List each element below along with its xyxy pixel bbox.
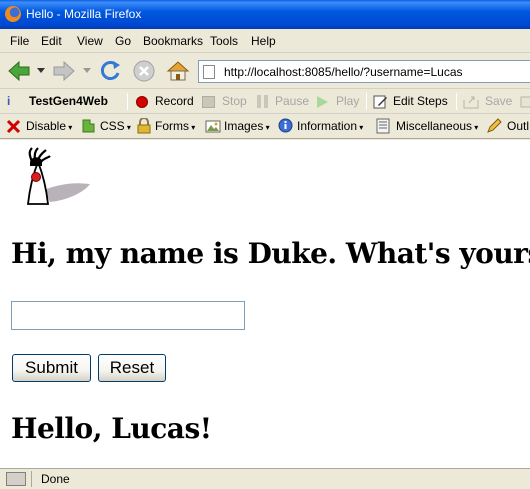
- disable-label: Disable: [26, 119, 67, 133]
- firefox-icon: [5, 6, 21, 22]
- play-button[interactable]: Play: [336, 94, 359, 108]
- title-bar: Hello - Mozilla Firefox: [0, 0, 530, 29]
- disable-menu[interactable]: Disable ▾: [26, 119, 72, 133]
- edit-steps-button[interactable]: Edit Steps: [393, 94, 448, 108]
- web-developer-toolbar: Disable ▾ CSS ▾ Forms ▾ Images ▾ Informa…: [0, 114, 530, 139]
- information-menu[interactable]: Information ▾: [297, 119, 363, 133]
- outline-menu[interactable]: Outl: [507, 119, 529, 133]
- page-icon: [203, 65, 215, 79]
- url-field[interactable]: http://localhost:8085/hello/?username=Lu…: [198, 60, 530, 83]
- css-icon: [82, 119, 95, 133]
- dropdown-arrow-icon: ▾: [357, 123, 364, 132]
- reload-icon[interactable]: [97, 58, 123, 84]
- menu-tools[interactable]: Tools: [210, 34, 238, 48]
- pause-icon-bar: [264, 95, 268, 108]
- username-input[interactable]: [11, 301, 245, 330]
- toolbar-separator: [127, 93, 128, 110]
- pause-button[interactable]: Pause: [275, 94, 309, 108]
- images-label: Images: [224, 119, 264, 133]
- page-heading: Hi, my name is Duke. What's yours?: [11, 237, 530, 270]
- menu-help[interactable]: Help: [251, 34, 276, 48]
- outline-pencil-icon: [487, 118, 502, 133]
- forms-label: Forms: [155, 119, 189, 133]
- testgen4web-toolbar: i TestGen4Web Record Stop Pause Play Edi…: [0, 89, 530, 114]
- css-label: CSS: [100, 119, 125, 133]
- disable-icon: [6, 119, 21, 134]
- reset-button[interactable]: Reset: [98, 354, 166, 382]
- miscellaneous-label: Miscellaneous: [396, 119, 473, 133]
- record-icon[interactable]: [136, 96, 148, 108]
- window-title: Hello - Mozilla Firefox: [26, 7, 142, 21]
- pause-icon: [257, 95, 261, 108]
- toolbar-separator: [456, 93, 457, 110]
- dropdown-arrow-icon: ▾: [124, 123, 131, 132]
- url-text: http://localhost:8085/hello/?username=Lu…: [224, 65, 463, 79]
- css-menu[interactable]: CSS ▾: [100, 119, 131, 133]
- miscellaneous-menu[interactable]: Miscellaneous ▾: [396, 119, 478, 133]
- greeting-text: Hello, Lucas!: [11, 412, 212, 445]
- dropdown-arrow-icon: ▾: [189, 123, 196, 132]
- save-button[interactable]: Save: [485, 94, 512, 108]
- stop-icon[interactable]: [131, 58, 157, 84]
- back-arrow-icon[interactable]: [6, 58, 32, 84]
- miscellaneous-icon: [376, 118, 390, 134]
- info-icon: i: [7, 94, 11, 108]
- record-button[interactable]: Record: [155, 94, 194, 108]
- duke-mascot-image: [26, 147, 90, 205]
- menu-view[interactable]: View: [77, 34, 103, 48]
- menu-go[interactable]: Go: [115, 34, 131, 48]
- submit-button[interactable]: Submit: [12, 354, 91, 382]
- dropdown-arrow-icon: ▾: [66, 123, 73, 132]
- toolbar-separator: [366, 93, 367, 110]
- back-dropdown-icon[interactable]: [37, 68, 45, 74]
- testgen-title: TestGen4Web: [29, 94, 108, 108]
- extra-tool-icon: [520, 96, 530, 108]
- dropdown-arrow-icon: ▾: [263, 123, 270, 132]
- stop-button[interactable]: Stop: [222, 94, 247, 108]
- stop-square-icon: [202, 96, 215, 108]
- menu-bar: File Edit View Go Bookmarks Tools Help: [0, 29, 530, 53]
- status-text: Done: [41, 472, 70, 486]
- save-icon: [463, 96, 479, 109]
- images-menu[interactable]: Images ▾: [224, 119, 270, 133]
- edit-steps-icon: [373, 95, 387, 109]
- browser-window: Hello - Mozilla Firefox File Edit View G…: [0, 0, 530, 489]
- menu-edit[interactable]: Edit: [41, 34, 62, 48]
- information-label: Information: [297, 119, 358, 133]
- dropdown-arrow-icon: ▾: [472, 123, 479, 132]
- status-bar: Done: [0, 468, 530, 489]
- home-icon[interactable]: [165, 58, 191, 84]
- play-icon: [317, 96, 328, 108]
- forward-arrow-icon[interactable]: [51, 58, 77, 84]
- forward-dropdown-icon[interactable]: [83, 68, 91, 74]
- images-icon: [205, 120, 221, 133]
- menu-bookmarks[interactable]: Bookmarks: [143, 34, 203, 48]
- forms-menu[interactable]: Forms ▾: [155, 119, 195, 133]
- information-icon: [278, 118, 293, 133]
- status-connection-icon: [6, 472, 26, 486]
- page-content: Hi, my name is Duke. What's yours? Submi…: [0, 140, 530, 468]
- forms-lock-icon: [137, 118, 151, 134]
- status-separator: [31, 471, 32, 487]
- menu-file[interactable]: File: [10, 34, 29, 48]
